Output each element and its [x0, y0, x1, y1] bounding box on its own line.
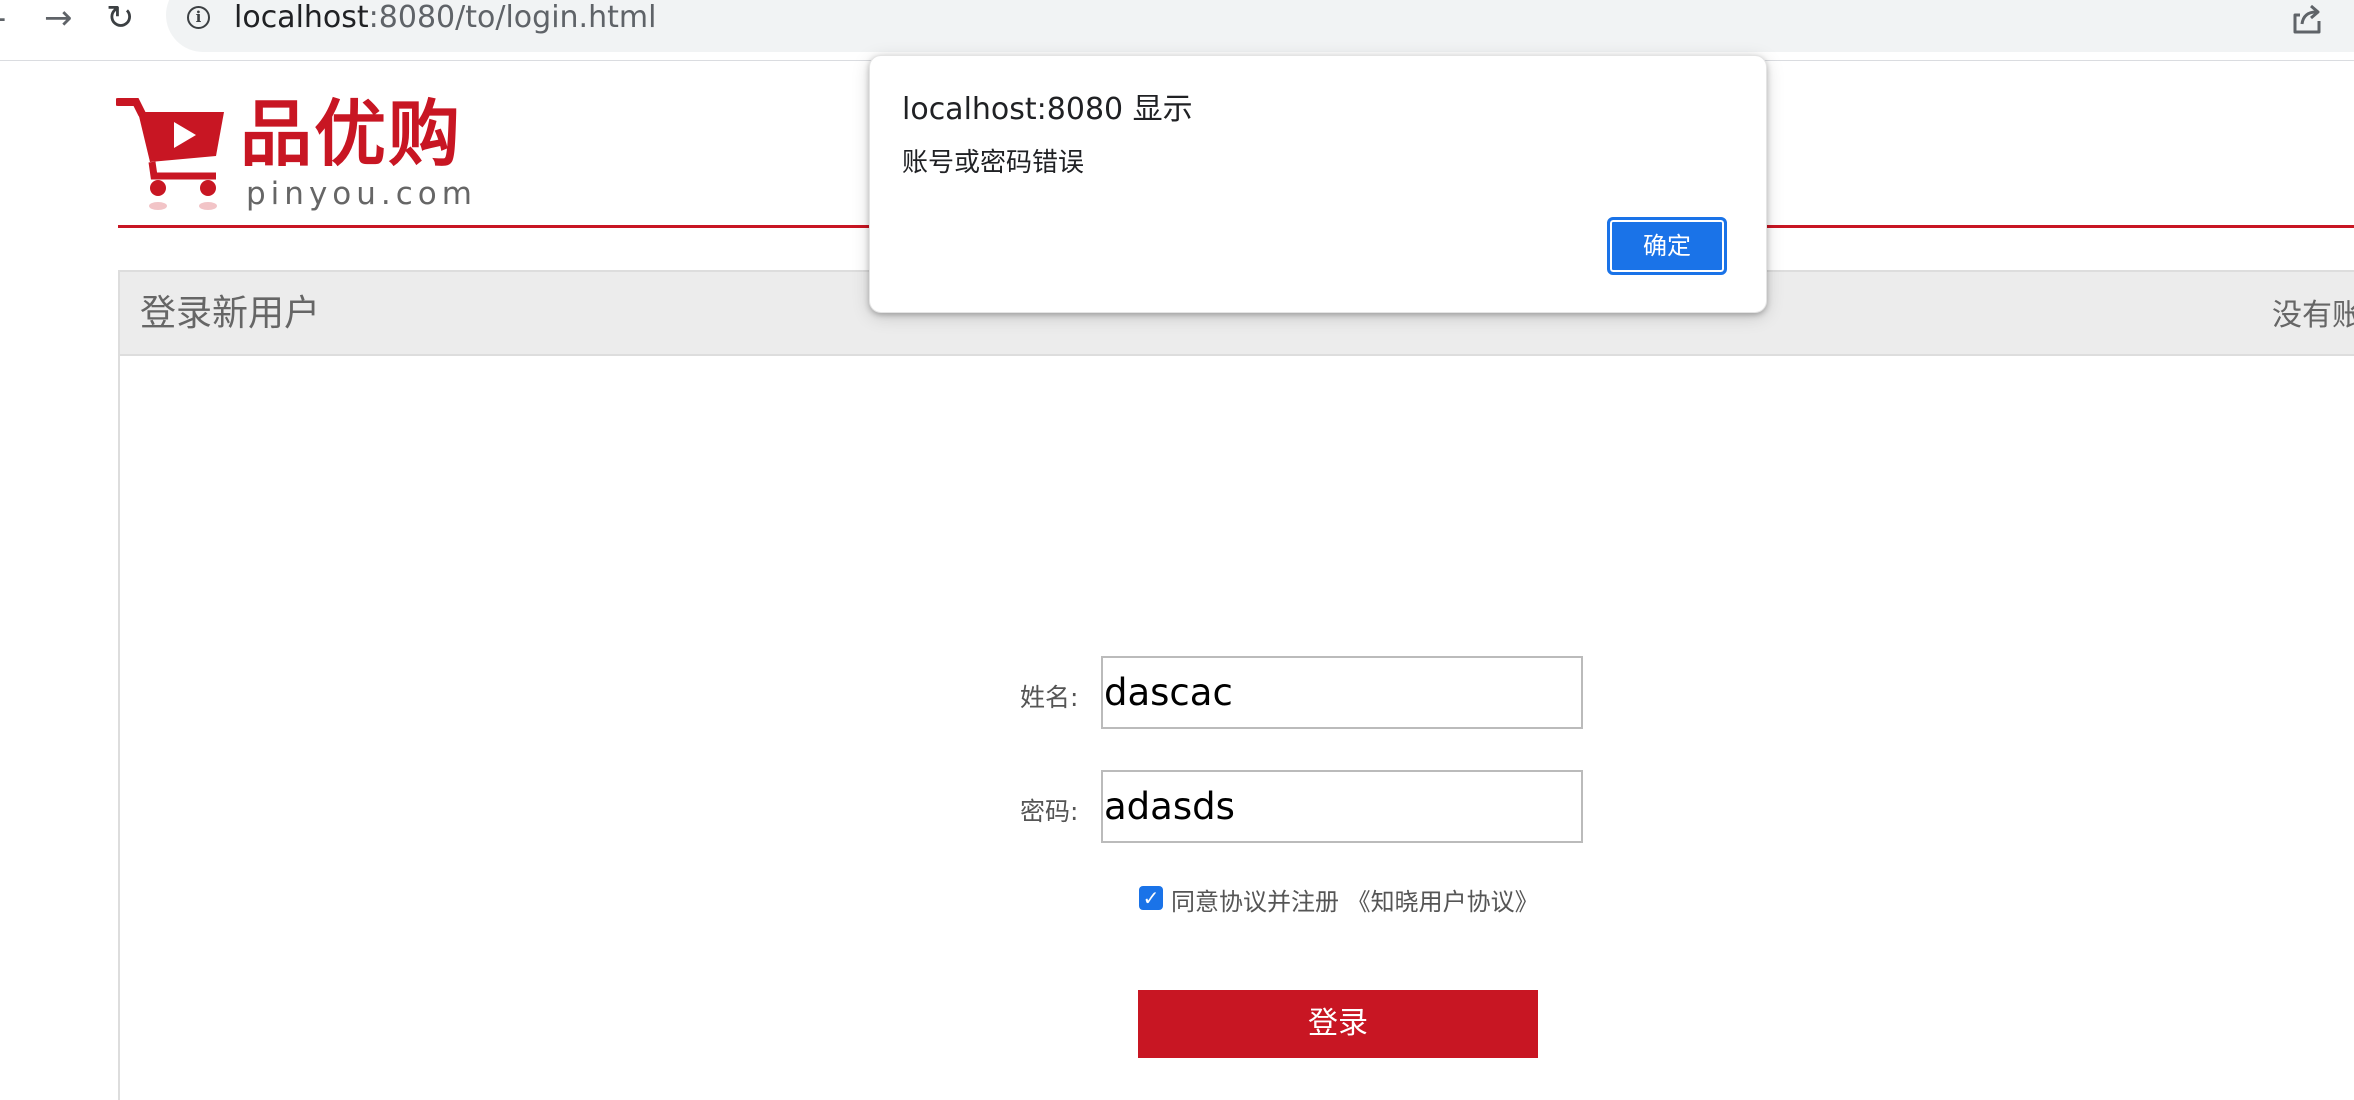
password-input[interactable]	[1101, 770, 1583, 843]
agree-checkbox[interactable]: ✓	[1139, 886, 1163, 910]
site-info-icon[interactable]: i	[187, 6, 210, 29]
alert-dialog: localhost:8080 显示 账号或密码错误 确定	[869, 55, 1767, 313]
share-icon[interactable]	[2290, 2, 2324, 36]
name-input[interactable]	[1101, 656, 1583, 729]
url-text[interactable]: localhost:8080/to/login.html	[234, 0, 656, 36]
shopping-cart-logo-icon	[116, 98, 224, 210]
name-label: 姓名:	[1020, 683, 1079, 712]
url-path: :8080/to/login.html	[368, 0, 657, 35]
browser-toolbar: - → ↻ i localhost:8080/to/login.html	[0, 0, 2354, 61]
agree-text[interactable]: 同意协议并注册 《知晓用户协议》	[1171, 887, 1539, 917]
login-button[interactable]: 登录	[1138, 990, 1538, 1058]
url-host: localhost	[234, 0, 369, 35]
password-label: 密码:	[1020, 797, 1079, 826]
logo-domain: pinyou.com	[246, 176, 477, 212]
panel-title: 登录新用户	[140, 293, 321, 334]
logo-title: 品优购	[240, 92, 463, 176]
alert-message: 账号或密码错误	[902, 148, 1085, 178]
alert-title: localhost:8080 显示	[902, 92, 1193, 127]
forward-icon[interactable]: →	[44, 0, 73, 36]
alert-ok-button[interactable]: 确定	[1607, 217, 1727, 275]
register-link[interactable]: 没有账	[2272, 296, 2354, 336]
reload-icon[interactable]: ↻	[106, 0, 135, 36]
back-icon[interactable]: -	[0, 0, 6, 36]
